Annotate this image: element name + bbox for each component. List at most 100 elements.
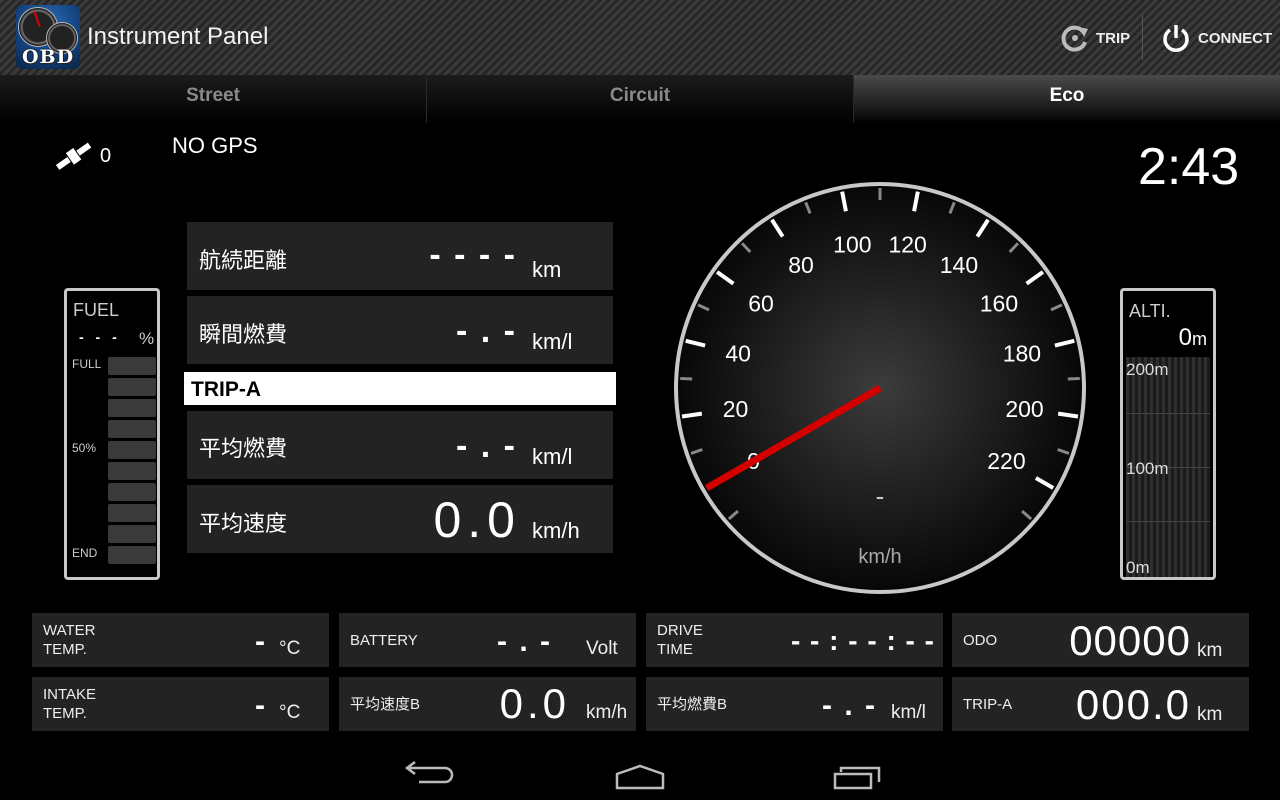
fuel-segment	[108, 504, 156, 522]
instant-fuel-card: 瞬間燃費 - . - km/l	[187, 296, 613, 364]
avg-speed-b-card: 平均速度B 0.0 km/h	[339, 677, 636, 731]
connect-label: CONNECT	[1198, 29, 1273, 47]
trip-label: TRIP	[1096, 29, 1131, 47]
drive-time-value: - - : - - : - -	[790, 625, 935, 656]
altitude-label: ALTI.	[1129, 301, 1171, 321]
recents-icon[interactable]	[828, 750, 888, 790]
avg-fuel-b-card: 平均燃費B - . - km/l	[646, 677, 943, 731]
minor-tick	[1067, 376, 1080, 381]
avg-fuel-b-value: - . -	[822, 689, 877, 722]
avg-fuel-card: 平均燃費 - . - km/l	[187, 411, 613, 479]
satellite-icon	[55, 142, 92, 170]
divider	[1142, 15, 1143, 60]
avg-speed-value: 0.0	[433, 492, 521, 548]
tab-eco[interactable]: Eco	[854, 75, 1280, 123]
tick-label: 220	[987, 448, 1025, 474]
avg-fuel-b-unit: km/l	[891, 702, 926, 723]
fuel-segment	[108, 357, 156, 375]
tick-label: 140	[940, 252, 978, 278]
battery-unit: Volt	[586, 638, 618, 659]
avg-speed-label: 平均速度	[199, 511, 288, 536]
fuel-full-mark: FULL	[72, 357, 102, 371]
water-temp-value: -	[255, 625, 265, 658]
water-temp-unit: °C	[279, 638, 301, 659]
range-card: 航続距離 - - - - km	[187, 222, 613, 290]
action-bar: OBD Instrument Panel TRIP CONNECT	[0, 0, 1280, 75]
tick-label: 40	[725, 341, 751, 367]
minor-tick	[680, 376, 693, 381]
fuel-segment	[108, 441, 156, 459]
range-value: - - - -	[429, 236, 517, 274]
range-unit: km	[532, 257, 562, 282]
fuel-segment	[108, 525, 156, 543]
speed-digital-value: -	[876, 481, 885, 511]
mode-tabs: Street Circuit Eco	[0, 75, 1280, 123]
altitude-mark-0: 0m	[1126, 558, 1150, 577]
instant-fuel-value: - . -	[456, 312, 517, 350]
instant-fuel-label: 瞬間燃費	[199, 322, 288, 347]
gps-status: NO GPS	[172, 133, 258, 158]
altitude-mark-100: 100m	[1126, 459, 1169, 478]
connect-button[interactable]: CONNECT	[1160, 20, 1272, 56]
avg-fuel-value: - . -	[456, 427, 517, 465]
fuel-segment	[108, 399, 156, 417]
battery-card: BATTERY - . - Volt	[339, 613, 636, 667]
instant-fuel-unit: km/l	[532, 329, 573, 354]
avg-speed-card: 平均速度 0.0 km/h	[187, 485, 613, 553]
fuel-segment	[108, 378, 156, 396]
tick-label: 160	[980, 290, 1018, 316]
app-icon-label: OBD	[21, 46, 75, 68]
trip-a-label: TRIP-A	[963, 696, 1013, 713]
water-temp-label: WATER TEMP.	[43, 622, 96, 658]
avg-fuel-label: 平均燃費	[199, 436, 288, 461]
app-icon[interactable]: OBD	[16, 5, 80, 69]
odo-label: ODO	[963, 632, 998, 649]
tab-circuit[interactable]: Circuit	[427, 75, 854, 123]
trip-a-unit: km	[1197, 704, 1223, 725]
avg-fuel-b-label: 平均燃費B	[657, 696, 728, 713]
odo-value: 00000	[1069, 617, 1191, 664]
home-icon[interactable]	[610, 750, 670, 790]
satellite-count: 0	[100, 145, 112, 167]
battery-label: BATTERY	[350, 632, 418, 649]
altitude-gauge: ALTI. 0m 200m 100m 0m	[1120, 288, 1216, 580]
speed-unit: km/h	[858, 546, 901, 568]
fuel-half-mark: 50%	[72, 441, 97, 455]
tab-street[interactable]: Street	[0, 75, 427, 123]
clock: 2:43	[1138, 138, 1240, 196]
intake-temp-value: -	[255, 689, 265, 722]
back-icon[interactable]	[395, 750, 455, 790]
trip-a-value: 000.0	[1075, 681, 1191, 728]
tick-label: 180	[1003, 341, 1041, 367]
intake-temp-label: INTAKE TEMP.	[43, 686, 97, 722]
fuel-segment	[108, 546, 156, 564]
system-nav-bar	[0, 740, 1280, 800]
fuel-segment	[108, 462, 156, 480]
trip-button[interactable]: TRIP	[1060, 20, 1130, 56]
battery-value: - . -	[497, 625, 552, 658]
fuel-value: - - -	[79, 329, 121, 345]
fuel-segment	[108, 420, 156, 438]
altitude-value: 0m	[1178, 324, 1207, 351]
drive-time-card: DRIVE TIME - - : - - : - -	[646, 613, 943, 667]
tick-label: 60	[748, 290, 774, 316]
fuel-segment	[108, 483, 156, 501]
avg-fuel-unit: km/l	[532, 444, 573, 469]
altitude-mark-200: 200m	[1126, 360, 1169, 379]
drive-time-label: DRIVE TIME	[657, 622, 703, 658]
fuel-unit: %	[139, 329, 155, 348]
water-temp-card: WATER TEMP. - °C	[32, 613, 329, 667]
power-icon	[1163, 25, 1189, 52]
tick-label: 120	[888, 232, 926, 258]
reset-icon	[1061, 25, 1088, 52]
major-tick	[1057, 411, 1079, 419]
odo-card: ODO 00000 km	[952, 613, 1249, 667]
fuel-end-mark: END	[72, 546, 98, 560]
fuel-label: FUEL	[73, 300, 120, 320]
trip-a-header: TRIP-A	[184, 372, 616, 405]
range-label: 航続距離	[199, 248, 288, 273]
tick-label: 200	[1005, 396, 1043, 422]
major-tick	[681, 411, 703, 419]
avg-speed-b-value: 0.0	[499, 680, 570, 727]
odo-unit: km	[1197, 640, 1223, 661]
